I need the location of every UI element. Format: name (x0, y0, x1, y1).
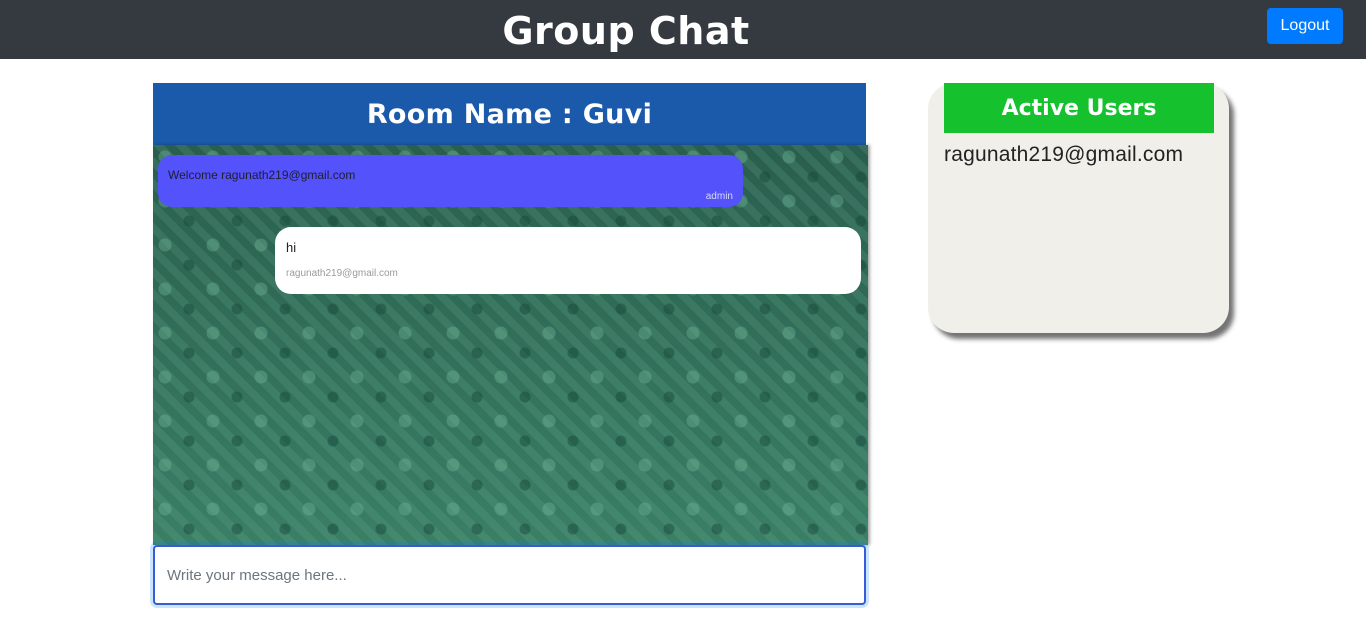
active-user-item: ragunath219@gmail.com (944, 143, 1184, 166)
logout-button[interactable]: Logout (1267, 8, 1343, 44)
active-users-list: ragunath219@gmail.com (944, 143, 1183, 167)
page-title: Group Chat (502, 9, 750, 53)
message-bubble-user: hi ragunath219@gmail.com (275, 227, 861, 294)
chat-panel: Room Name : Guvi Welcome ragunath219@gma… (153, 83, 868, 605)
message-text: Welcome ragunath219@gmail.com (168, 168, 356, 182)
message-input[interactable] (153, 545, 866, 605)
message-text: hi (286, 240, 297, 255)
active-users-title: Active Users (944, 83, 1214, 133)
room-name-header: Room Name : Guvi (153, 83, 866, 145)
top-navbar: Group Chat Logout (0, 0, 1366, 59)
message-sender: admin (705, 191, 733, 202)
message-list[interactable]: Welcome ragunath219@gmail.com admin hi r… (153, 145, 868, 545)
message-bubble-admin: Welcome ragunath219@gmail.com admin (158, 155, 743, 207)
message-composer (153, 545, 866, 605)
active-users-card: Active Users ragunath219@gmail.com (928, 83, 1229, 333)
message-sender: ragunath219@gmail.com (286, 268, 398, 279)
